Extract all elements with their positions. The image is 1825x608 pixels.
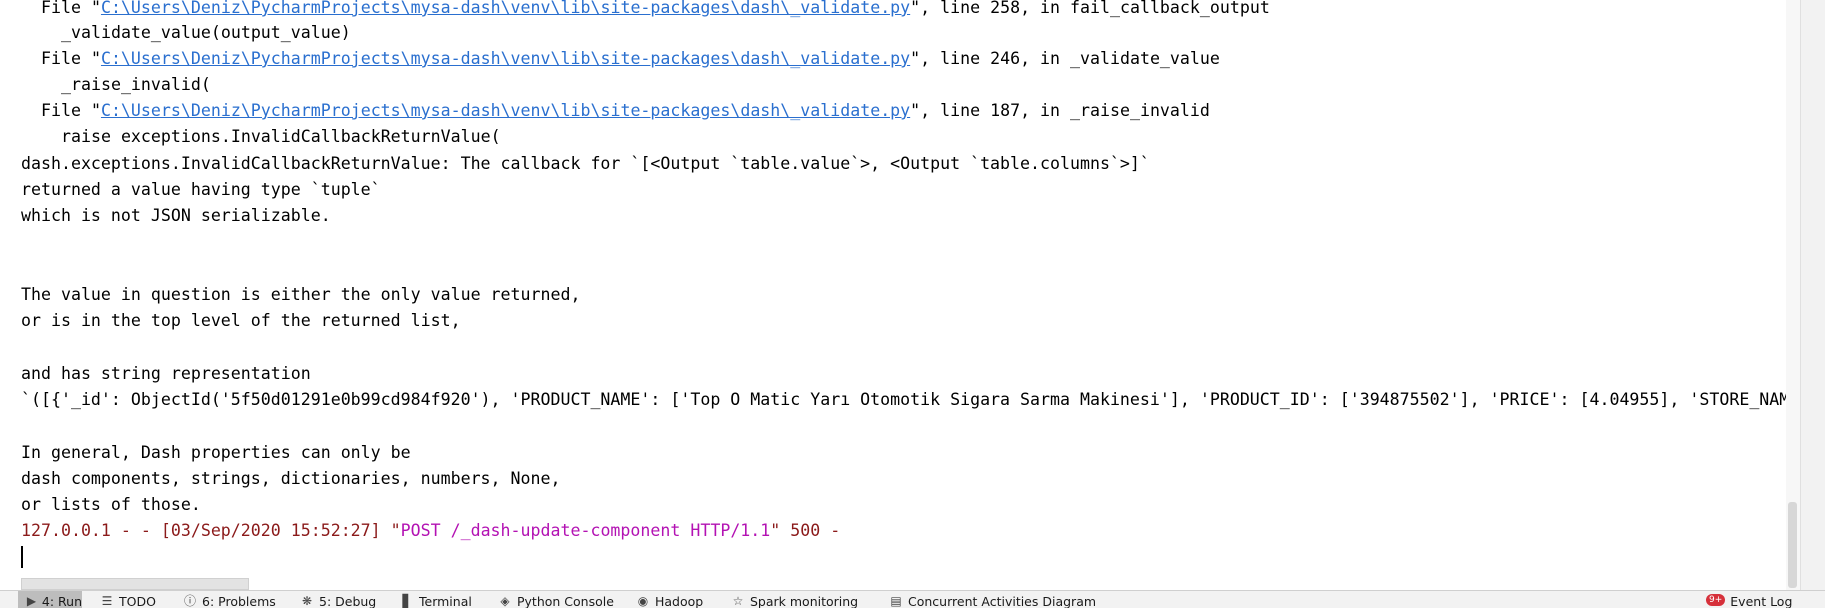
log-status: " 500 -	[770, 521, 841, 540]
horizontal-scrollbar[interactable]	[21, 578, 249, 590]
output-text: dash components, strings, dictionaries, …	[21, 469, 561, 488]
tool-window-bar: ▶ 4: Run ☰ TODO ⓘ 6: Problems ❋ 5: Debug ▋ Te…	[0, 590, 1825, 608]
event-log-icon: 9+	[1706, 594, 1726, 606]
info-icon: ⓘ	[183, 594, 196, 608]
tab-label: TODO	[119, 594, 156, 608]
play-icon: ▶	[26, 594, 37, 608]
tab-label: Terminal	[419, 594, 472, 608]
tab-hadoop[interactable]: ◉ Hadoop	[636, 591, 703, 608]
output-text: The value in question is either the only…	[21, 285, 581, 304]
traceback-prefix: File "	[41, 0, 101, 17]
tab-label: Concurrent Activities Diagram	[908, 594, 1097, 608]
exception-message: dash.exceptions.InvalidCallbackReturnVal…	[21, 154, 1150, 173]
tab-python-console[interactable]: ◈ Python Console	[498, 591, 614, 608]
traceback-line: File "C:\Users\Deniz\PycharmProjects\mys…	[41, 0, 1270, 21]
output-text: In general, Dash properties can only be	[21, 443, 411, 462]
traceback-suffix: ", line 246, in _validate_value	[910, 49, 1220, 68]
terminal-icon: ▋	[402, 594, 412, 608]
traceback-suffix: ", line 258, in fail_callback_output	[910, 0, 1270, 17]
bug-icon: ❋	[301, 594, 313, 608]
tab-label: Hadoop	[655, 594, 704, 608]
server-log-line: 127.0.0.1 - - [03/Sep/2020 15:52:27] "PO…	[21, 518, 840, 544]
traceback-line: File "C:\Users\Deniz\PycharmProjects\mys…	[41, 98, 1210, 124]
tab-run[interactable]: ▶ 4: Run	[18, 591, 82, 608]
text-caret	[21, 546, 23, 568]
list-icon: ☰	[101, 594, 113, 608]
tab-problems[interactable]: ⓘ 6: Problems	[183, 591, 276, 608]
tab-label: Spark monitoring	[750, 594, 859, 608]
tab-label: 5: Debug	[319, 594, 377, 608]
tab-label: 4: Run	[41, 594, 82, 608]
log-request: POST /_dash-update-component HTTP/1.1	[400, 521, 771, 540]
traceback-prefix: File "	[41, 101, 101, 120]
tab-concurrent-activities-diagram[interactable]: ▤ Concurrent Activities Diagram	[889, 591, 1096, 608]
traceback-code: _validate_value(output_value)	[61, 23, 351, 42]
tab-label: 6: Problems	[202, 594, 276, 608]
vertical-scrollbar-thumb[interactable]	[1788, 502, 1797, 588]
tab-terminal[interactable]: ▋ Terminal	[400, 591, 472, 608]
diagram-icon: ▤	[890, 594, 902, 608]
right-tool-strip	[1800, 0, 1825, 590]
tab-spark-monitoring[interactable]: ☆ Spark monitoring	[731, 591, 859, 608]
string-representation: `([{'_id': ObjectId('5f50d01291e0b99cd98…	[21, 390, 1786, 409]
tab-label: Event Log	[1730, 594, 1793, 608]
traceback-file-link[interactable]: C:\Users\Deniz\PycharmProjects\mysa-dash…	[101, 49, 910, 68]
event-log-button[interactable]: 9+ Event Log	[1706, 591, 1792, 608]
tab-debug[interactable]: ❋ 5: Debug	[300, 591, 376, 608]
tab-todo[interactable]: ☰ TODO	[100, 591, 156, 608]
traceback-code: _raise_invalid(	[61, 75, 211, 94]
traceback-suffix: ", line 187, in _raise_invalid	[910, 101, 1210, 120]
output-text: or lists of those.	[21, 495, 201, 514]
output-text: or is in the top level of the returned l…	[21, 311, 461, 330]
star-icon: ☆	[732, 594, 744, 608]
output-text: which is not JSON serializable.	[21, 206, 331, 225]
traceback-code: raise exceptions.InvalidCallbackReturnVa…	[61, 127, 501, 146]
elephant-icon: ◉	[637, 594, 649, 608]
output-text: returned a value having type `tuple`	[21, 180, 381, 199]
output-text: and has string representation	[21, 364, 311, 383]
run-console-output[interactable]: File "C:\Users\Deniz\PycharmProjects\mys…	[0, 0, 1786, 590]
log-address: 127.0.0.1 - - [03/Sep/2020 15:52:27] "	[21, 521, 401, 540]
traceback-file-link[interactable]: C:\Users\Deniz\PycharmProjects\mysa-dash…	[101, 101, 910, 120]
traceback-prefix: File "	[41, 49, 101, 68]
traceback-line: File "C:\Users\Deniz\PycharmProjects\mys…	[41, 46, 1220, 72]
python-icon: ◈	[500, 594, 510, 608]
tab-label: Python Console	[517, 594, 614, 608]
traceback-file-link[interactable]: C:\Users\Deniz\PycharmProjects\mysa-dash…	[101, 0, 910, 17]
